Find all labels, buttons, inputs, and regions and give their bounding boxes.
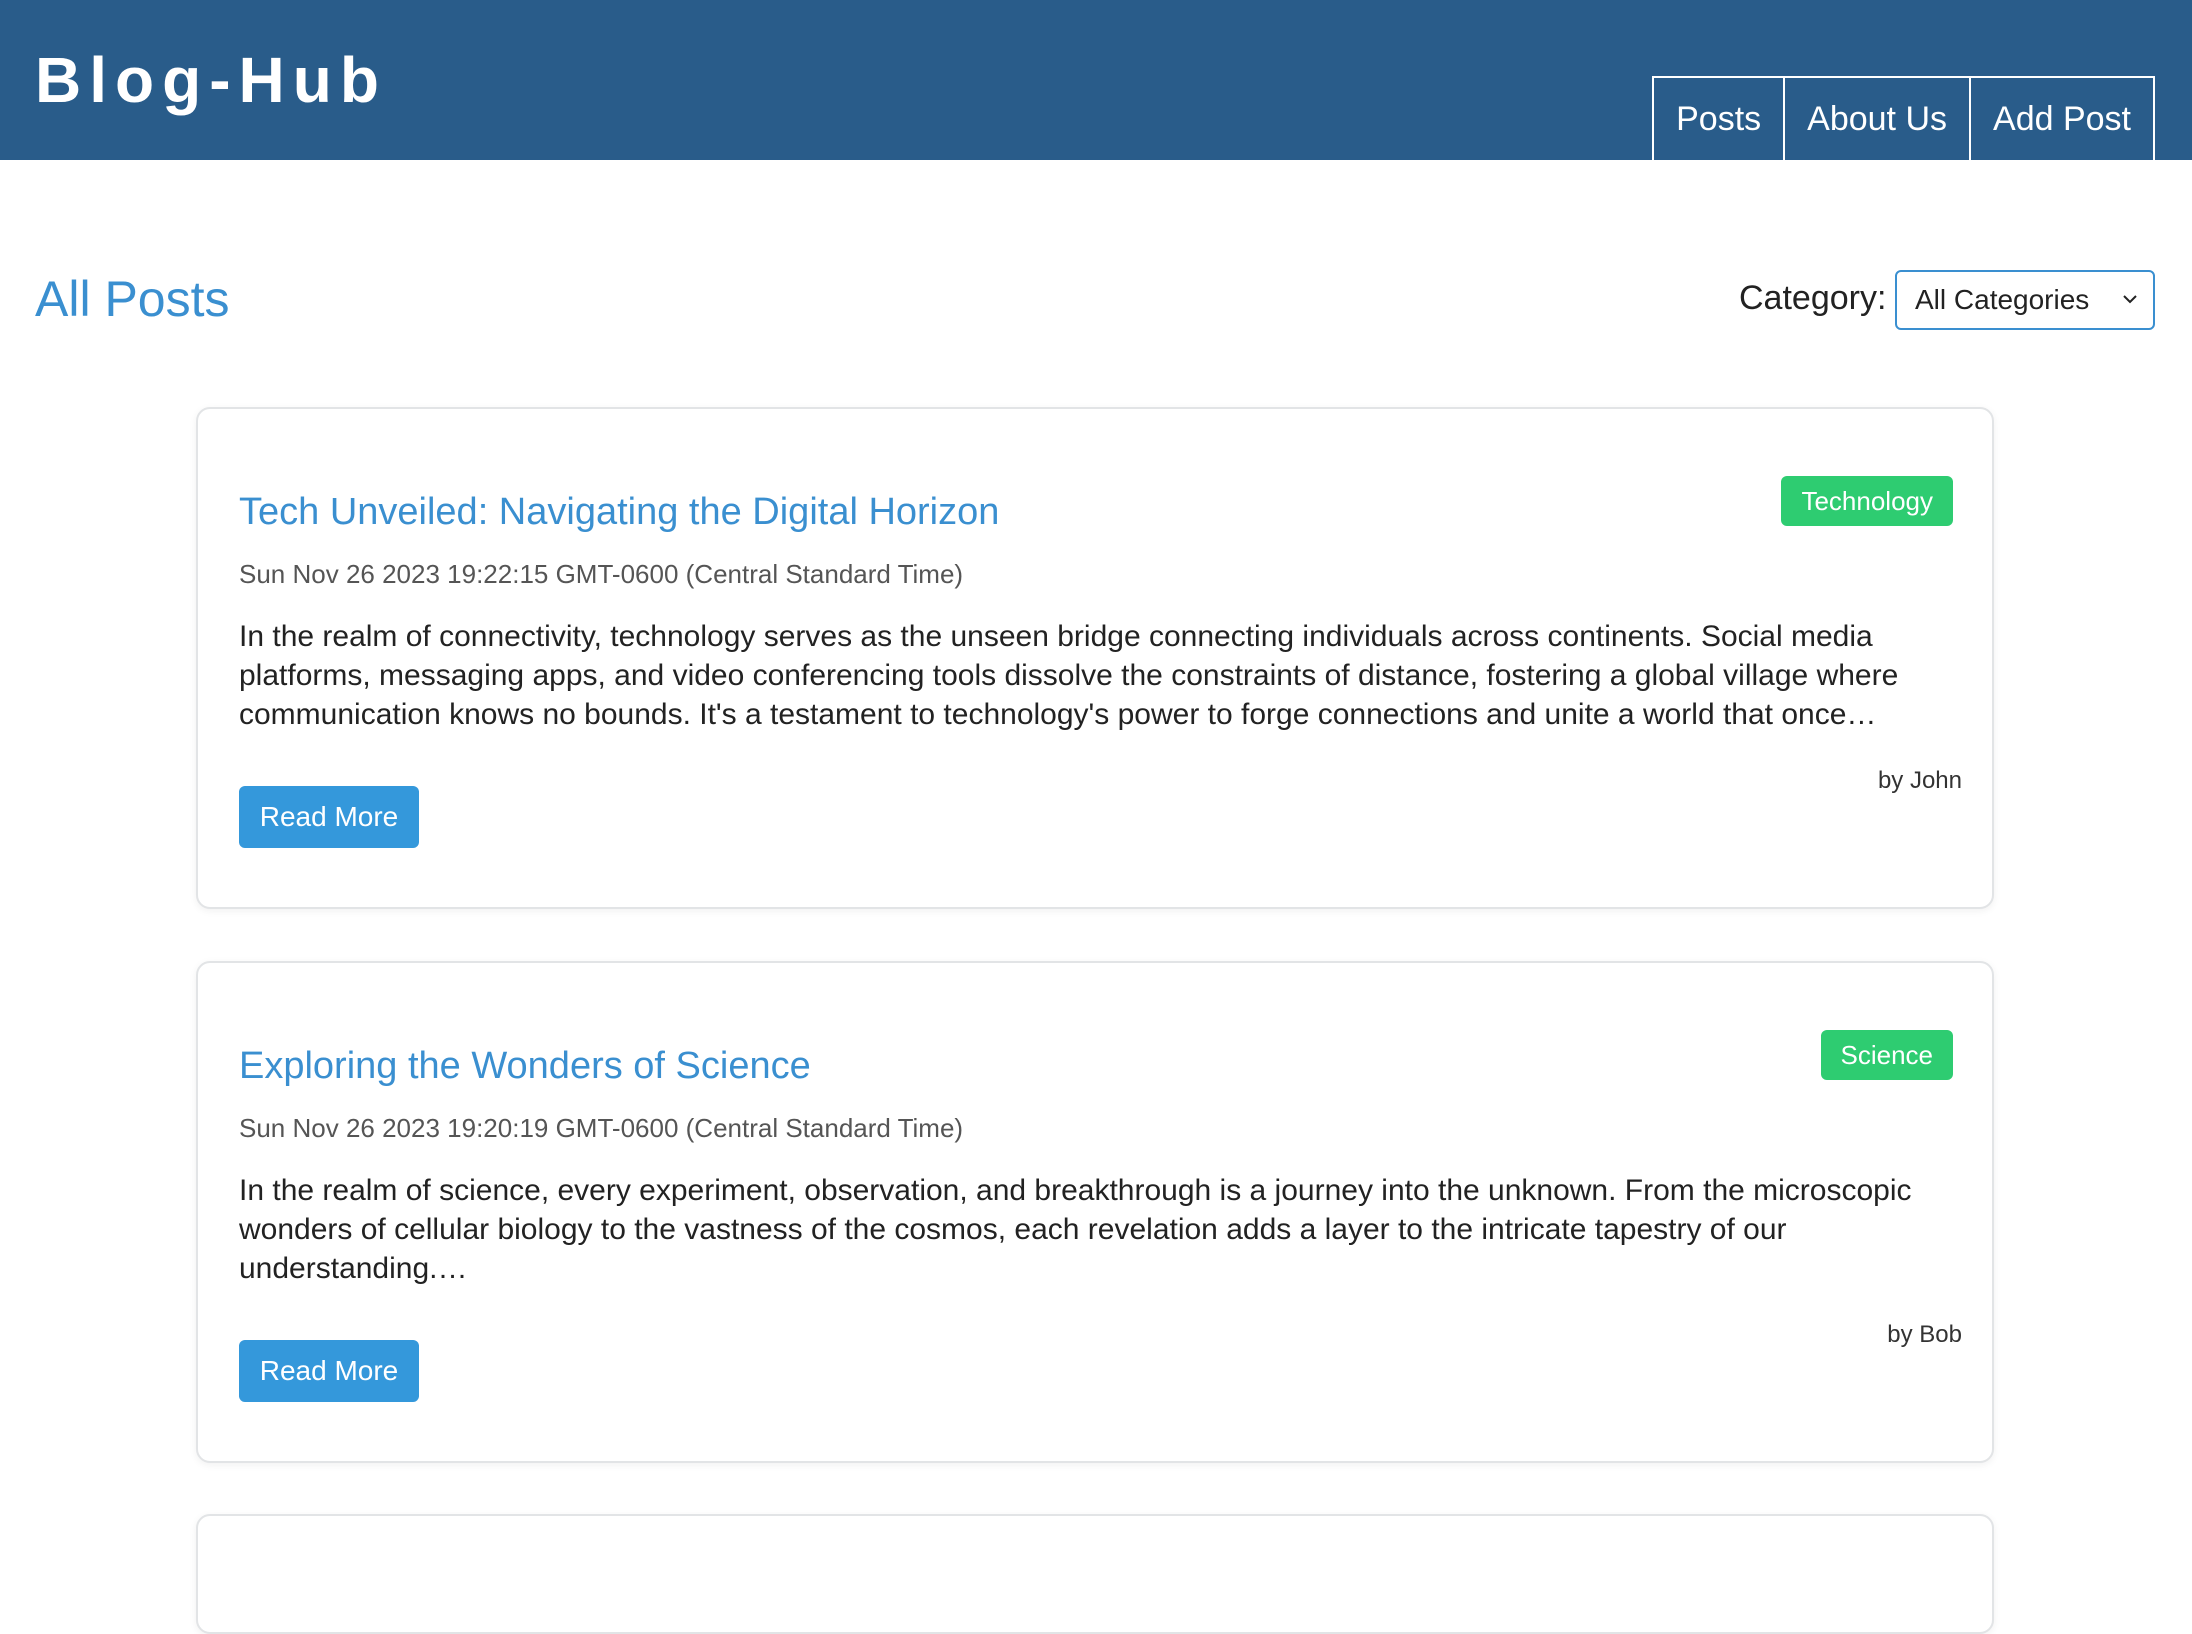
post-author: by Bob (1887, 1321, 1962, 1348)
post-date: Sun Nov 26 2023 19:22:15 GMT-0600 (Centr… (239, 559, 964, 589)
nav-about-us[interactable]: About Us (1783, 78, 1969, 160)
read-more-button[interactable]: Read More (239, 786, 419, 848)
category-label: Category: (1739, 279, 1887, 317)
chevron-down-icon (2123, 295, 2137, 304)
post-excerpt: In the realm of science, every experimen… (239, 1174, 1912, 1285)
site-header: Blog-Hub Posts About Us Add Post (0, 0, 2192, 160)
post-card: Tech Unveiled: Navigating the Digital Ho… (196, 407, 1994, 909)
category-select-value: All Categories (1915, 284, 2090, 315)
read-more-button[interactable]: Read More (239, 1340, 419, 1402)
page-title: All Posts (35, 271, 230, 327)
post-card (196, 1514, 1994, 1634)
post-date: Sun Nov 26 2023 19:20:19 GMT-0600 (Centr… (239, 1113, 964, 1143)
post-excerpt: In the realm of connectivity, technology… (239, 620, 1899, 731)
post-title[interactable]: Tech Unveiled: Navigating the Digital Ho… (239, 487, 999, 537)
post-author: by John (1877, 767, 1962, 794)
main-nav: Posts About Us Add Post (1652, 76, 2155, 160)
nav-add-post[interactable]: Add Post (1969, 78, 2153, 160)
site-logo[interactable]: Blog-Hub (35, 40, 387, 120)
post-title[interactable]: Exploring the Wonders of Science (239, 1041, 811, 1091)
category-badge: Science (1820, 1030, 1953, 1080)
post-card: Exploring the Wonders of Science Science… (196, 961, 1994, 1463)
category-badge: Technology (1781, 476, 1953, 526)
category-select[interactable]: All Categories (1895, 270, 2155, 330)
nav-posts[interactable]: Posts (1654, 78, 1783, 160)
